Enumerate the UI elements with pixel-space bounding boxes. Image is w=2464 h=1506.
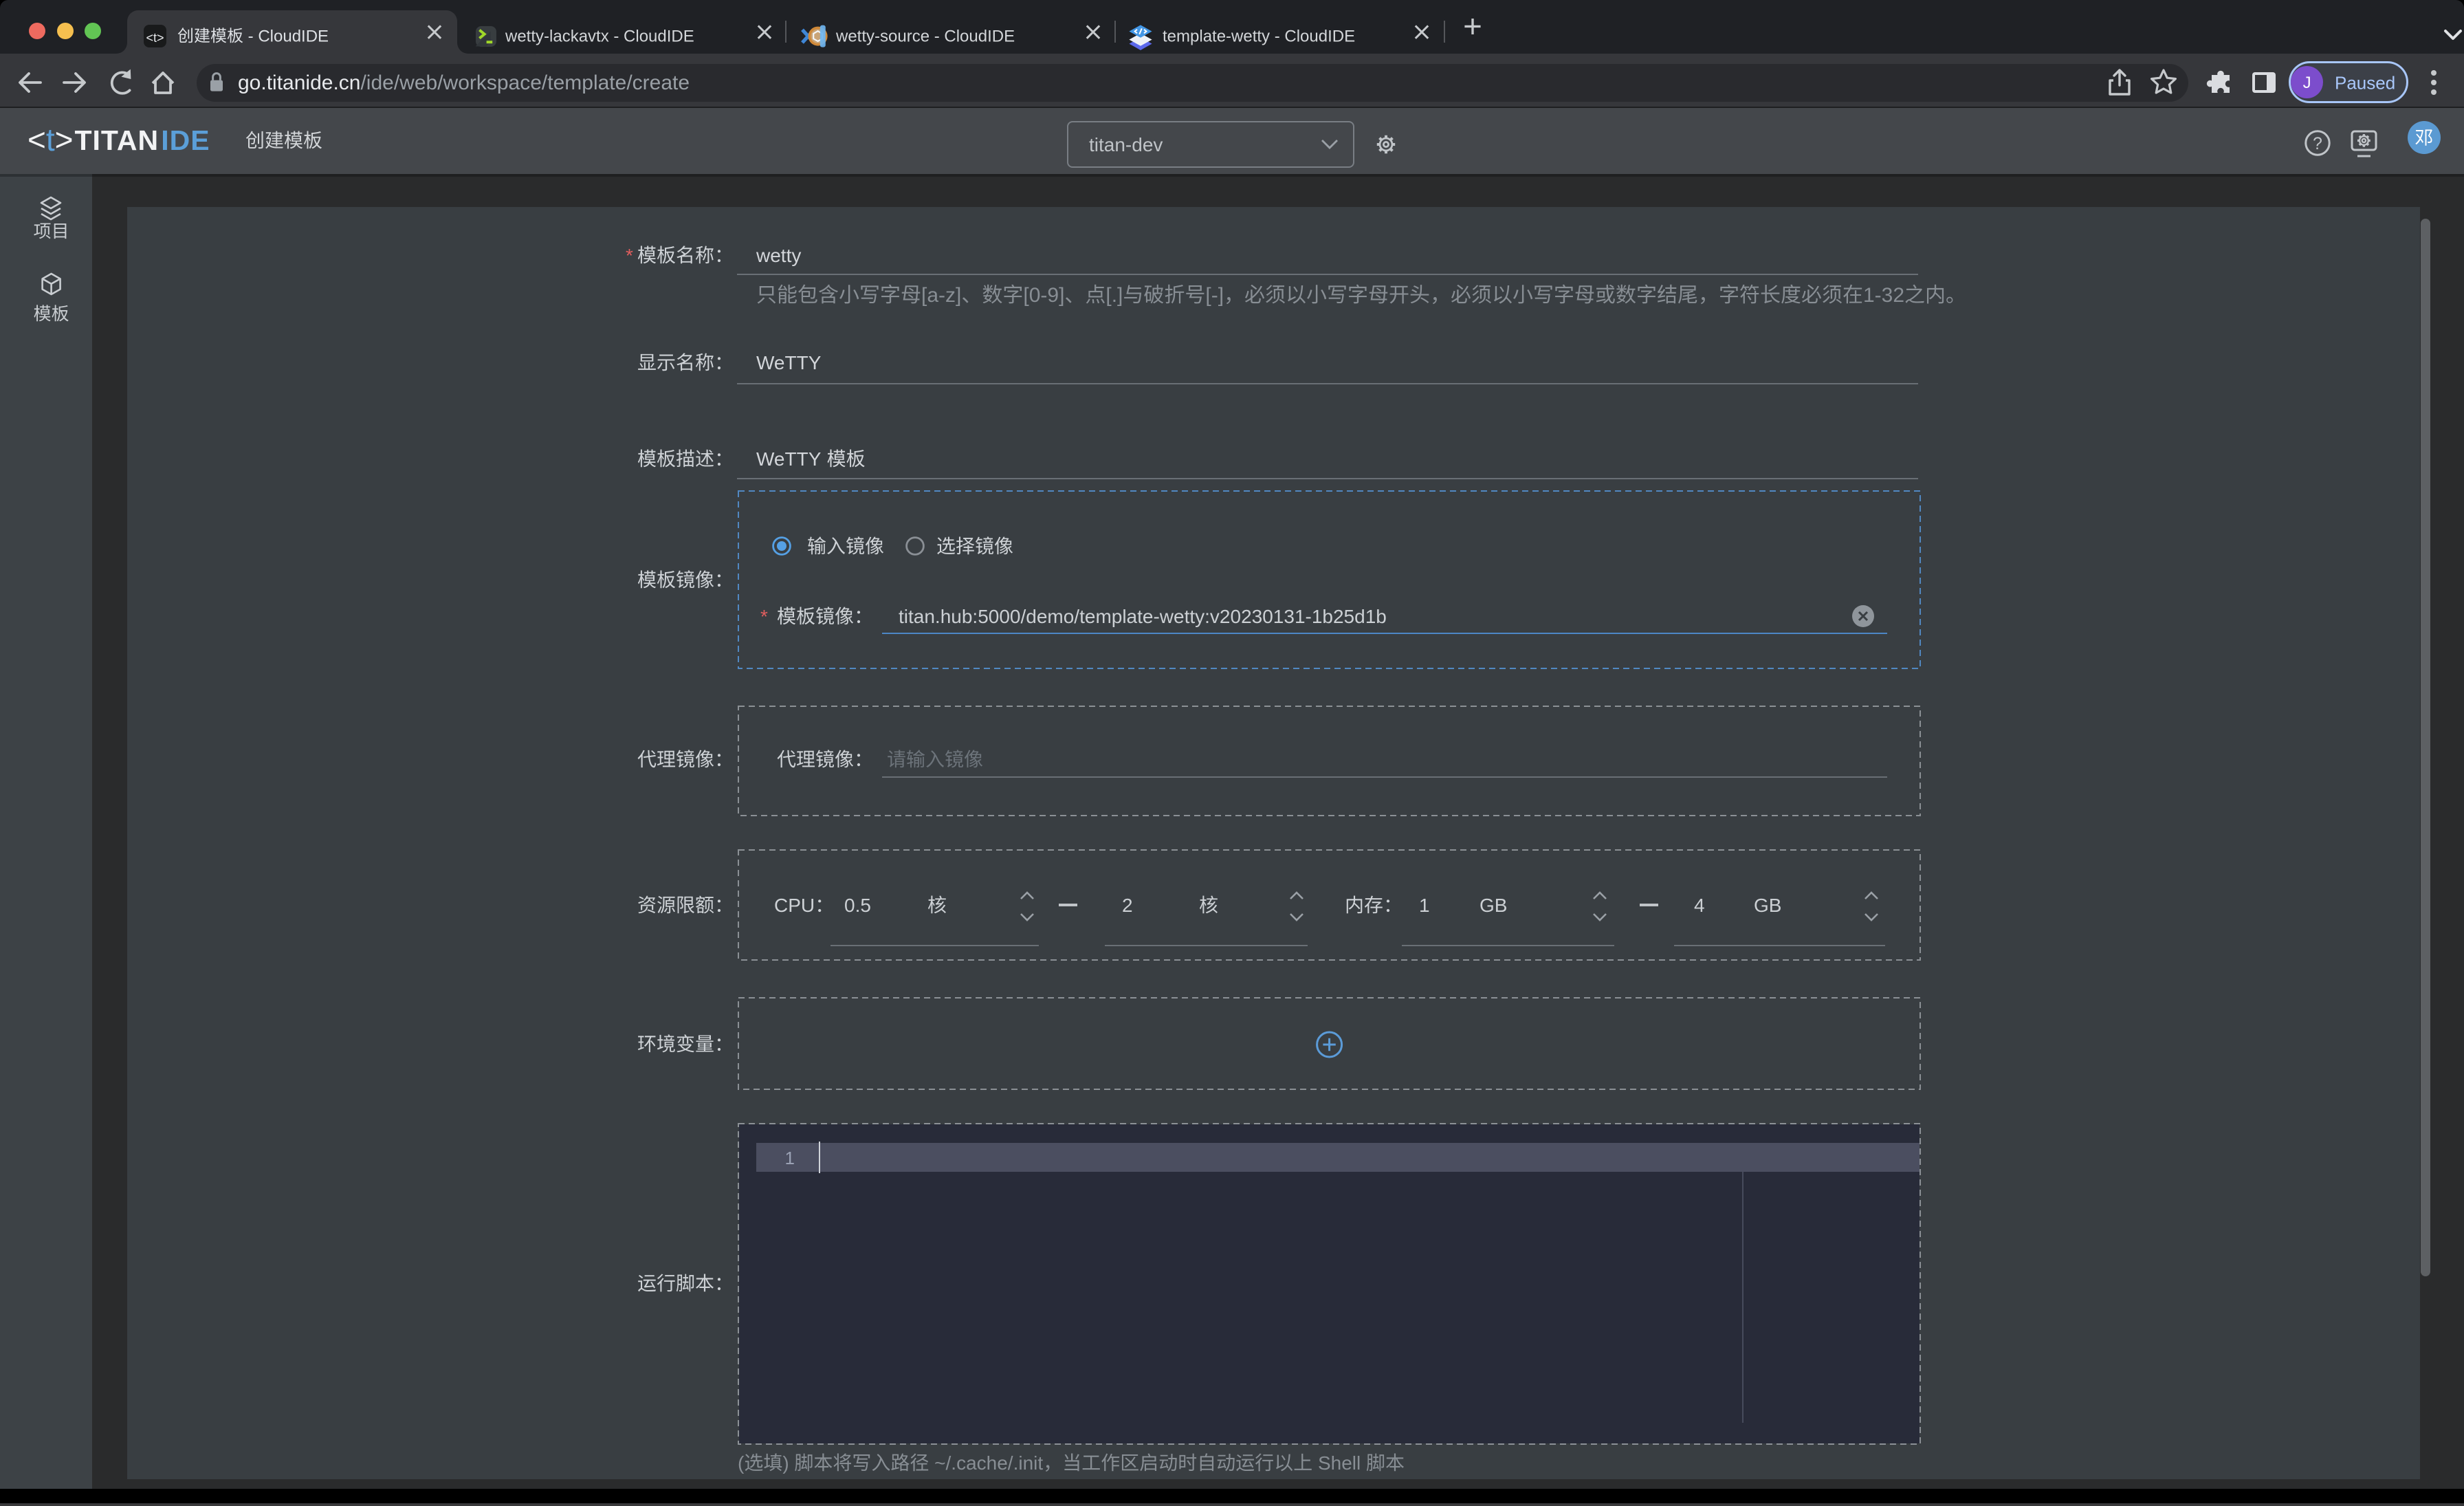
- svg-text:TITAN: TITAN: [75, 124, 160, 156]
- svg-text:Shell: Shell: [1312, 1452, 1366, 1474]
- svg-text:GB: GB: [1480, 895, 1507, 916]
- svg-text:1: 1: [1419, 895, 1430, 916]
- svg-text:~/.cache/.init: ~/.cache/.init: [929, 1452, 1043, 1474]
- svg-text:template-wetty - CloudIDE: template-wetty - CloudIDE: [1163, 27, 1355, 45]
- svg-text:1-32: 1-32: [1863, 284, 1904, 307]
- svg-text:CPU: CPU: [774, 895, 815, 916]
- svg-text:): ): [782, 1452, 794, 1474]
- svg-text:- CloudIDE: - CloudIDE: [243, 27, 329, 45]
- svg-text:[.]: [.]: [1106, 284, 1123, 307]
- svg-text:<t>: <t>: [146, 31, 164, 45]
- svg-text:<: <: [28, 122, 46, 157]
- svg-text:?: ?: [2313, 134, 2322, 153]
- svg-text:Paused: Paused: [2335, 73, 2395, 94]
- svg-text:titan-dev: titan-dev: [1089, 134, 1163, 155]
- svg-text:t: t: [46, 122, 55, 157]
- svg-text:>: >: [55, 122, 74, 157]
- svg-text:*: *: [626, 245, 633, 266]
- svg-text:wetty: wetty: [756, 245, 801, 266]
- svg-text:titan.hub:5000/demo/template-w: titan.hub:5000/demo/template-wetty:v2023…: [899, 606, 1387, 627]
- svg-text:[-]: [-]: [1205, 284, 1224, 307]
- svg-text:GB: GB: [1754, 895, 1781, 916]
- svg-text:[0-9]: [0-9]: [1023, 284, 1064, 307]
- svg-text:J: J: [2303, 74, 2311, 92]
- svg-text:2: 2: [1122, 895, 1133, 916]
- svg-text:WeTTY: WeTTY: [756, 448, 826, 470]
- svg-text:0.5: 0.5: [844, 895, 871, 916]
- svg-text:/ide/web/workspace/template/cr: /ide/web/workspace/template/create: [360, 72, 690, 94]
- svg-text:go.titanide.cn: go.titanide.cn: [238, 72, 360, 94]
- svg-text:4: 4: [1694, 895, 1705, 916]
- svg-text:wetty-lackavtx - CloudIDE: wetty-lackavtx - CloudIDE: [505, 27, 694, 45]
- svg-text:wetty-source - CloudIDE: wetty-source - CloudIDE: [835, 27, 1015, 45]
- svg-text:(: (: [738, 1452, 745, 1474]
- svg-text:WeTTY: WeTTY: [756, 352, 822, 373]
- svg-text:*: *: [760, 606, 768, 627]
- svg-text:[a-z]: [a-z]: [921, 284, 961, 307]
- svg-text:IDE: IDE: [161, 124, 210, 156]
- svg-text:1: 1: [785, 1148, 795, 1168]
